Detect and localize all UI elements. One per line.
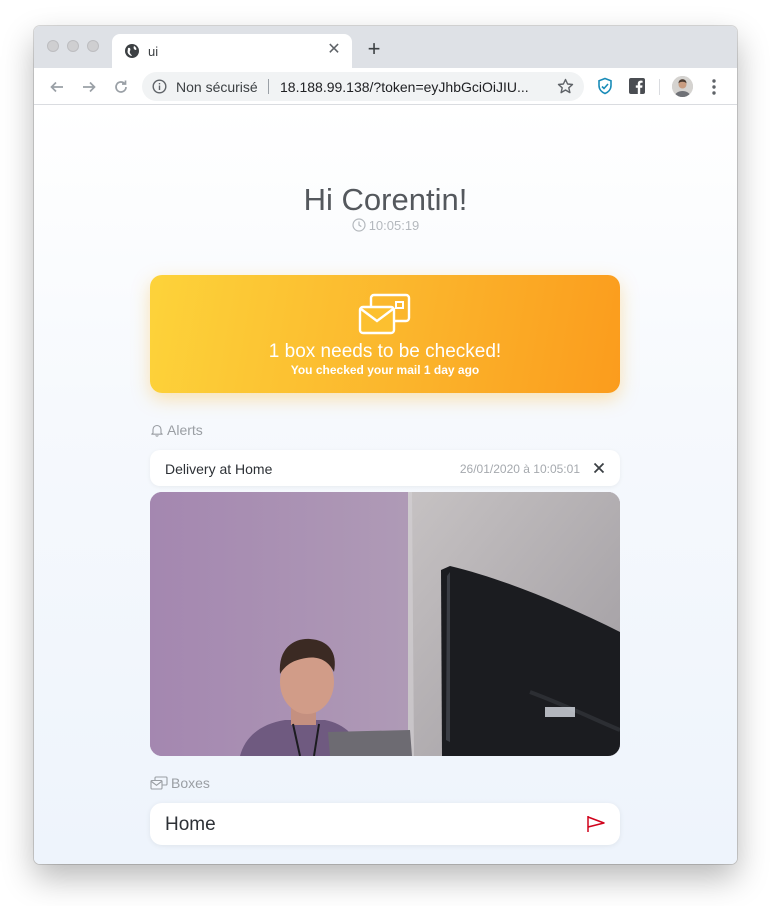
facebook-icon[interactable]	[628, 77, 646, 95]
clock-icon	[352, 218, 366, 232]
alert-item[interactable]: Delivery at Home 26/01/2020 à 10:05:01	[150, 450, 620, 486]
bookmark-star-icon[interactable]	[557, 78, 574, 95]
time-text: 10:05:19	[368, 218, 420, 233]
address-bar[interactable]: Non sécurisé 18.188.99.138/?token=eyJhbG…	[142, 72, 584, 101]
tab-title: ui	[148, 44, 159, 59]
tab-close-icon[interactable]: ✕	[324, 40, 344, 60]
current-time: 10:05:19	[34, 218, 737, 233]
flag-icon[interactable]	[586, 815, 606, 833]
tab-strip: ui ✕ +	[34, 26, 737, 68]
forward-arrow-icon[interactable]	[77, 75, 101, 99]
browser-toolbar: Non sécurisé 18.188.99.138/?token=eyJhbG…	[34, 68, 737, 105]
browser-window: ui ✕ + Non sécurisé 18.188.99.138/?token…	[34, 26, 737, 864]
banner-subtitle: You checked your mail 1 day ago	[290, 363, 480, 377]
new-tab-icon[interactable]: +	[362, 38, 386, 62]
boxes-section-label: Boxes	[150, 775, 210, 791]
browser-tab[interactable]: ui ✕	[112, 34, 352, 68]
back-arrow-icon[interactable]	[45, 75, 69, 99]
bell-icon	[151, 424, 163, 437]
window-minimize-dot[interactable]	[67, 40, 79, 52]
box-item[interactable]: Home	[150, 803, 620, 845]
kebab-menu-icon[interactable]	[707, 77, 721, 97]
alert-timestamp: 26/01/2020 à 10:05:01	[459, 462, 580, 476]
mail-boxes-icon	[358, 293, 411, 335]
greeting-title: Hi Corentin!	[303, 182, 468, 217]
info-icon[interactable]	[152, 79, 167, 94]
page-viewport: Hi Corentin! 10:05:19 1 box needs to be …	[34, 105, 737, 864]
shield-extension-icon[interactable]	[596, 77, 614, 95]
window-zoom-dot[interactable]	[87, 40, 99, 52]
alerts-label-text: Alerts	[167, 422, 203, 438]
mailbox-icon	[150, 776, 168, 790]
alert-camera-snapshot	[150, 492, 620, 756]
banner-title: 1 box needs to be checked!	[268, 341, 502, 362]
window-close-dot[interactable]	[47, 40, 59, 52]
url-text[interactable]: 18.188.99.138/?token=eyJhbGciOiJIU...	[280, 79, 548, 95]
globe-icon	[125, 44, 139, 58]
reload-icon[interactable]	[109, 75, 133, 99]
box-name: Home	[165, 814, 216, 835]
not-secure-label: Non sécurisé	[176, 79, 258, 95]
toolbar-divider	[659, 79, 660, 95]
omnibox-divider	[268, 79, 269, 94]
status-banner[interactable]: 1 box needs to be checked! You checked y…	[150, 275, 620, 393]
boxes-label-text: Boxes	[171, 775, 210, 791]
close-icon[interactable]	[592, 461, 606, 475]
alerts-section-label: Alerts	[150, 422, 203, 438]
profile-avatar[interactable]	[672, 76, 693, 97]
alert-title: Delivery at Home	[165, 461, 273, 477]
